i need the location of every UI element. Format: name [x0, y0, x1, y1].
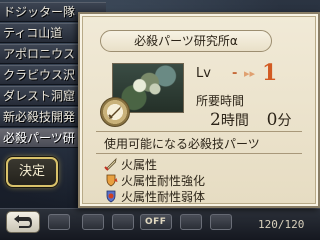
time-hours-unit: 時間: [220, 113, 249, 129]
level-arrow-icon: ▸▸: [244, 67, 256, 80]
skill-part-row: 火属性: [104, 156, 157, 172]
divider: [96, 131, 302, 132]
auto-off-label: OFF: [145, 217, 167, 227]
toolbar-chip[interactable]: [210, 214, 232, 230]
toolbar-chip[interactable]: [48, 214, 70, 230]
time-minutes: 0: [266, 110, 278, 130]
required-time-value: 2時間 0分: [210, 110, 291, 130]
confirm-button[interactable]: 決定: [6, 157, 58, 187]
panel-title: 必殺パーツ研究所α: [100, 30, 272, 52]
divider: [96, 153, 302, 154]
toolbar-chip[interactable]: [180, 214, 202, 230]
capacity-counter: 120/120: [258, 218, 305, 231]
time-hours: 2: [210, 110, 221, 130]
time-minutes-unit: 分: [277, 113, 292, 129]
skill-part-row: 火属性耐性弱体: [104, 188, 205, 204]
skill-part-label: 火属性耐性強化: [121, 173, 206, 188]
level-next: 1: [262, 60, 278, 86]
skills-heading: 使用可能になる必殺技パーツ: [104, 137, 260, 151]
required-time-label: 所要時間: [196, 94, 245, 108]
sword-crest-icon: [100, 97, 130, 127]
skill-part-row: 火属性耐性強化: [104, 172, 205, 188]
sword-icon: [104, 157, 117, 171]
shield-up-icon: [106, 174, 118, 187]
return-arrow-icon: [14, 215, 32, 228]
toolbar-chip[interactable]: [82, 214, 104, 230]
back-button[interactable]: [6, 211, 40, 233]
shield-down-icon: [106, 190, 116, 203]
level-label: Lv: [196, 66, 211, 81]
skill-part-label: 火属性耐性弱体: [121, 189, 206, 204]
toolbar-chip[interactable]: [112, 214, 134, 230]
level-current: -: [232, 66, 238, 81]
skill-part-label: 火属性: [121, 157, 158, 172]
